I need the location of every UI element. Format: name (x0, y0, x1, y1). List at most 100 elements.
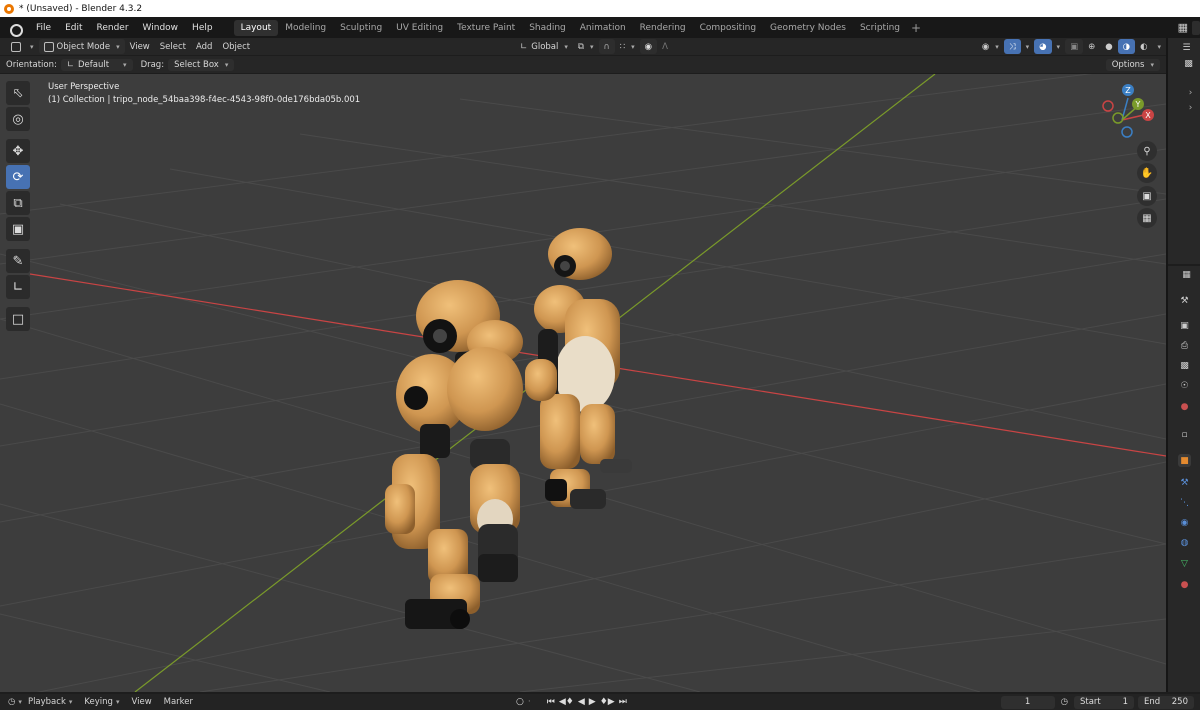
menu-keying[interactable]: Keying ▾ (78, 697, 125, 707)
zoom-button[interactable]: ⚲ (1137, 141, 1157, 161)
world-tab-icon[interactable]: ● (1178, 400, 1191, 413)
rotate-tool[interactable]: ⟳ (6, 165, 30, 189)
annotate-tool[interactable]: ✎ (6, 249, 30, 273)
menu-edit[interactable]: Edit (58, 23, 89, 33)
tab-sculpting[interactable]: Sculpting (333, 20, 389, 36)
auto-keying-dropdown[interactable]: ⋅ (528, 697, 531, 707)
tab-uv-editing[interactable]: UV Editing (389, 20, 450, 36)
move-tool[interactable]: ✥ (6, 139, 30, 163)
menu-add[interactable]: Add (191, 39, 217, 54)
snap-target-dropdown[interactable]: ∷ ▾ (615, 39, 640, 54)
tool-tab-icon[interactable]: ⚒ (1178, 294, 1191, 307)
xray-toggle[interactable]: ▣ (1065, 39, 1084, 54)
outliner-panel[interactable]: ☰ ▩ › › (1168, 38, 1200, 264)
shading-wireframe-button[interactable]: ⊕ (1083, 39, 1100, 54)
play-reverse-button[interactable]: ◀ (578, 697, 585, 707)
gizmo-neg-y-axis[interactable] (1112, 112, 1124, 124)
gizmo-neg-x-axis[interactable] (1102, 100, 1114, 112)
view-layer-tab-icon[interactable]: ▩ (1178, 359, 1191, 372)
orientation-dropdown[interactable]: ∟ Default ▾ (60, 58, 133, 71)
measure-tool[interactable]: ∟ (6, 275, 30, 299)
blender-menu-icon[interactable] (8, 21, 23, 37)
shading-solid-button[interactable]: ● (1100, 39, 1117, 54)
menu-view[interactable]: View (125, 39, 155, 54)
current-frame-field[interactable]: 1 (1000, 695, 1055, 709)
data-tab-icon[interactable]: ▽ (1178, 557, 1191, 570)
jump-start-button[interactable]: ⏮ (547, 697, 555, 707)
menu-view-timeline[interactable]: View (125, 697, 157, 707)
scene-selector-icon[interactable]: ▦ (1178, 21, 1188, 34)
render-tab-icon[interactable]: ▣ (1178, 319, 1191, 332)
object-tab-icon[interactable]: ■ (1178, 454, 1191, 467)
transform-orientation-dropdown[interactable]: ∟ Global ▾ (515, 39, 573, 54)
start-frame-field[interactable]: Start 1 (1074, 695, 1134, 709)
pivot-point-dropdown[interactable]: ⧉ ▾ (573, 39, 599, 54)
tab-modeling[interactable]: Modeling (278, 20, 333, 36)
editor-type-dropdown[interactable]: ▾ (6, 39, 39, 54)
options-dropdown[interactable]: Options ▾ (1105, 58, 1160, 71)
scale-tool[interactable]: ⧉ (6, 191, 30, 215)
selectability-dropdown[interactable]: ◉ ▾ (977, 39, 1004, 54)
overlays-toggle[interactable]: ◕ (1034, 39, 1052, 54)
menu-file[interactable]: File (29, 23, 58, 33)
proportional-falloff-dropdown[interactable]: Λ (657, 39, 673, 54)
properties-editor-icon[interactable]: ▦ (1180, 268, 1193, 281)
particles-tab-icon[interactable]: ⋱ (1178, 496, 1191, 509)
menu-marker[interactable]: Marker (158, 697, 199, 707)
gizmo-dropdown[interactable]: ▾ (1021, 39, 1035, 54)
scene-tab-icon[interactable]: ☉ (1178, 379, 1191, 392)
play-button[interactable]: ▶ (589, 697, 596, 707)
material-tab-icon[interactable]: ● (1178, 578, 1191, 591)
jump-end-button[interactable]: ⏭ (619, 697, 627, 707)
physics-tab-icon[interactable]: ◉ (1178, 516, 1191, 529)
outliner-filter-icon[interactable]: ▩ (1182, 57, 1195, 70)
tab-animation[interactable]: Animation (573, 20, 633, 36)
tab-scripting[interactable]: Scripting (853, 20, 907, 36)
modifier-tab-icon[interactable]: ⚒ (1178, 476, 1191, 489)
proportional-edit-toggle[interactable]: ◉ (639, 39, 658, 54)
auto-keying-toggle[interactable]: ○ (516, 697, 524, 707)
snap-toggle[interactable]: ∩ (598, 39, 615, 54)
add-workspace-icon[interactable]: + (911, 21, 921, 35)
select-box-tool[interactable]: ⬁ (6, 81, 30, 105)
perspective-toggle-button[interactable]: ▦ (1137, 208, 1157, 228)
menu-window[interactable]: Window (136, 23, 186, 33)
menu-playback[interactable]: Playback ▾ (22, 697, 78, 707)
shading-dropdown[interactable]: ▾ (1152, 39, 1166, 54)
next-keyframe-button[interactable]: ♦▶ (600, 697, 615, 707)
tab-geometry-nodes[interactable]: Geometry Nodes (763, 20, 853, 36)
prev-keyframe-button[interactable]: ◀♦ (559, 697, 574, 707)
3d-viewport[interactable]: User Perspective (1) Collection | tripo_… (0, 74, 1166, 692)
tab-texture-paint[interactable]: Texture Paint (450, 20, 522, 36)
output-tab-icon[interactable]: ⎙ (1178, 339, 1191, 352)
expand-arrow-icon-2[interactable]: › (1184, 101, 1197, 114)
shading-rendered-button[interactable]: ◐ (1135, 39, 1152, 54)
tab-rendering[interactable]: Rendering (633, 20, 693, 36)
properties-panel[interactable]: ▦ ⚒ ▣ ⎙ ▩ ☉ ● ▫ ■ ⚒ ⋱ ◉ ◍ ▽ ● (1168, 266, 1200, 692)
navigation-gizmo[interactable]: Z X Y (1096, 82, 1160, 146)
menu-help[interactable]: Help (185, 23, 220, 33)
add-cube-tool[interactable]: □ (6, 307, 30, 331)
pan-button[interactable]: ✋ (1137, 163, 1157, 183)
tab-shading[interactable]: Shading (522, 20, 573, 36)
cursor-tool[interactable]: ◎ (6, 107, 30, 131)
expand-arrow-icon[interactable]: › (1184, 86, 1197, 99)
drag-dropdown[interactable]: Select Box ▾ (168, 58, 235, 71)
menu-object[interactable]: Object (217, 39, 255, 54)
mode-dropdown[interactable]: Object Mode ▾ (38, 39, 125, 54)
constraints-tab-icon[interactable]: ◍ (1178, 536, 1191, 549)
transform-tool[interactable]: ▣ (6, 217, 30, 241)
tab-layout[interactable]: Layout (233, 19, 279, 36)
preview-range-icon[interactable]: ◷ (1061, 697, 1068, 707)
collection-tab-icon[interactable]: ▫ (1178, 428, 1191, 441)
outliner-editor-icon[interactable]: ☰ (1180, 41, 1193, 54)
menu-render[interactable]: Render (90, 23, 136, 33)
gizmo-neg-z-axis[interactable] (1121, 126, 1133, 138)
gizmo-toggle[interactable]: ⤨ (1003, 39, 1021, 54)
robot-model-front[interactable] (385, 280, 557, 629)
timeline-editor-icon[interactable]: ◷ ▾ (8, 697, 22, 707)
tab-compositing[interactable]: Compositing (693, 20, 763, 36)
end-frame-field[interactable]: End 250 (1138, 695, 1194, 709)
camera-view-button[interactable]: ▣ (1137, 186, 1157, 206)
menu-select[interactable]: Select (155, 39, 191, 54)
